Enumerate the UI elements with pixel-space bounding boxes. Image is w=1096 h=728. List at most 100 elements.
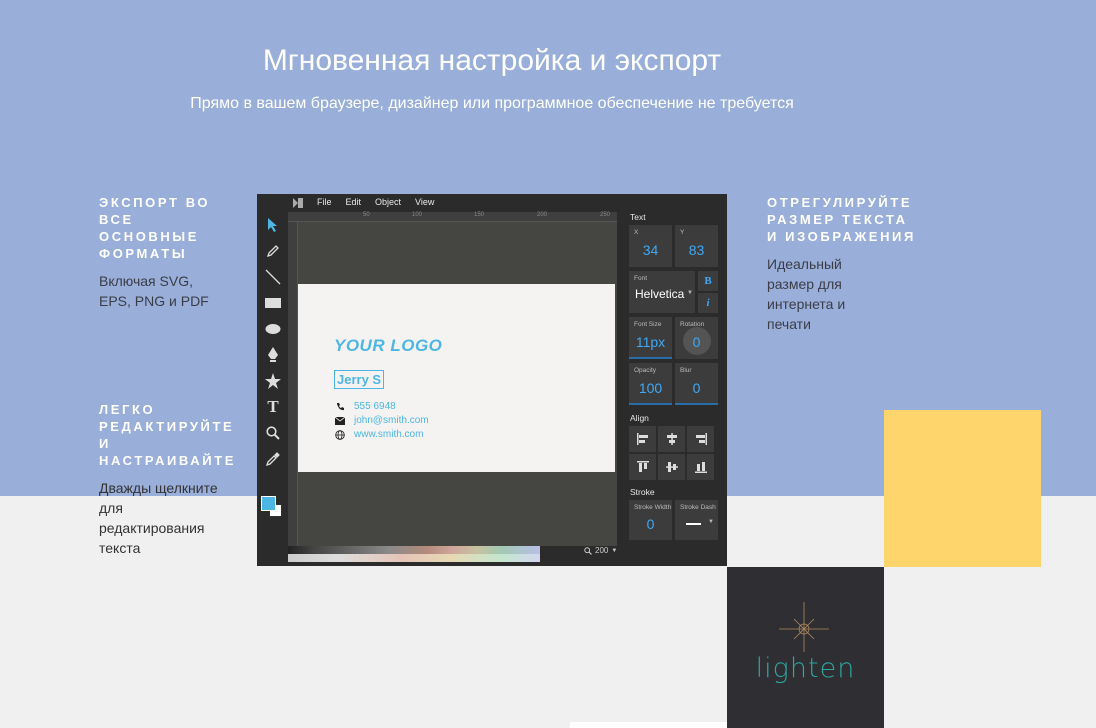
chevron-down-icon: ▼ <box>611 547 618 554</box>
feature-export-title: ЭКСПОРТ ВО ВСЕ ОСНОВНЫЕ ФОРМАТЫ <box>99 195 211 261</box>
align-section-title: Align <box>630 413 649 423</box>
font-select[interactable]: Font Helvetica ▼ <box>629 271 695 313</box>
canvas-area[interactable]: YOUR LOGO Jerry S 555 6948 john@smith.co… <box>298 222 617 546</box>
feature-export: ЭКСПОРТ ВО ВСЕ ОСНОВНЫЕ ФОРМАТЫ Включая … <box>99 194 239 311</box>
menu-view[interactable]: View <box>415 197 434 207</box>
stroke-width-label: Stroke Width <box>634 504 672 511</box>
stroke-dash-label: Stroke Dash <box>680 504 716 511</box>
zoom-tool[interactable] <box>263 423 283 443</box>
rotation-value: 0 <box>692 334 701 350</box>
x-value: 34 <box>642 242 659 258</box>
bold-button[interactable]: B <box>698 271 718 291</box>
color-palette[interactable] <box>288 546 540 562</box>
hero-subtitle: Прямо в вашем браузере, дизайнер или про… <box>190 95 794 112</box>
zoom-control[interactable]: 200 ▼ <box>584 546 617 555</box>
ellipse-tool[interactable] <box>263 319 283 339</box>
align-left-icon <box>636 433 648 445</box>
properties-panel: Text X 34 Y 83 Font Helvetica ▼ B i Font… <box>623 194 727 566</box>
blur-field[interactable]: Blur 0 <box>675 363 718 405</box>
magnifier-icon <box>266 426 280 440</box>
feature-edit-title: ЛЕГКО РЕДАКТИРУЙТЕ И НАСТРАИВАЙТЕ <box>99 402 237 468</box>
card-phone-row[interactable]: 555 6948 <box>335 401 396 412</box>
card-logo[interactable]: YOUR LOGO <box>334 336 442 356</box>
fill-color-swatch[interactable] <box>261 496 276 511</box>
feature-resize-title: ОТРЕГУЛИРУЙТЕ РАЗМЕР ТЕКСТА И ИЗОБРАЖЕНИ… <box>767 195 916 244</box>
blur-value: 0 <box>692 380 701 396</box>
card-email: john@smith.com <box>354 415 429 426</box>
rotation-field[interactable]: Rotation 0 <box>675 317 718 359</box>
hero-title: Мгновенная настройка и экспорт <box>262 44 722 77</box>
zoom-level: 200 <box>595 546 609 555</box>
menu-file[interactable]: File <box>317 197 332 207</box>
pencil-tool[interactable] <box>263 241 283 261</box>
card-website: www.smith.com <box>354 429 424 440</box>
align-left-button[interactable] <box>629 426 656 452</box>
align-center-button[interactable] <box>658 426 685 452</box>
globe-icon <box>335 429 345 440</box>
line-tool[interactable] <box>263 267 283 287</box>
star-icon <box>265 373 281 389</box>
zoom-icon <box>584 546 592 555</box>
card-web-row[interactable]: www.smith.com <box>335 429 423 440</box>
font-label: Font <box>634 275 648 282</box>
ruler-mark: 150 <box>474 212 485 218</box>
align-bottom-button[interactable] <box>687 454 714 480</box>
feature-resize: ОТРЕГУЛИРУЙТЕ РАЗМЕР ТЕКСТА И ИЗОБРАЖЕНИ… <box>767 194 917 334</box>
align-right-button[interactable] <box>687 426 714 452</box>
ruler-mark: 100 <box>412 212 423 218</box>
card-email-row[interactable]: john@smith.com <box>335 415 429 426</box>
stroke-width-field[interactable]: Stroke Width 0 <box>629 500 672 540</box>
text-tool-icon[interactable]: T <box>263 397 283 417</box>
stroke-dash-select[interactable]: Stroke Dash ▼ <box>675 500 718 540</box>
phone-icon <box>336 403 344 411</box>
y-field[interactable]: Y 83 <box>675 225 718 267</box>
font-size-label: Font Size <box>634 321 662 328</box>
align-middle-icon <box>665 462 678 472</box>
y-label: Y <box>680 229 685 236</box>
brand-name: lighten <box>755 653 856 684</box>
align-middle-button[interactable] <box>658 454 685 480</box>
editor-window: File Edit Object View T 50 100 150 200 2… <box>257 194 727 566</box>
menu-edit[interactable]: Edit <box>346 197 362 207</box>
business-card[interactable]: YOUR LOGO Jerry S 555 6948 john@smith.co… <box>298 284 615 472</box>
italic-button[interactable]: i <box>698 293 718 313</box>
align-right-icon <box>695 433 707 445</box>
rectangle-tool[interactable] <box>263 293 283 313</box>
align-center-icon <box>666 433 677 445</box>
x-field[interactable]: X 34 <box>629 225 672 267</box>
x-label: X <box>634 229 639 236</box>
y-value: 83 <box>688 242 705 258</box>
stroke-section-title: Stroke <box>630 487 655 497</box>
eyedropper-tool[interactable] <box>263 449 283 469</box>
app-logo-icon <box>293 198 303 208</box>
feature-edit: ЛЕГКО РЕДАКТИРУЙТЕ И НАСТРАИВАЙТЕ Дважды… <box>99 401 239 558</box>
line-icon <box>265 269 281 285</box>
card-name[interactable]: Jerry S <box>334 370 385 389</box>
card-phone: 555 6948 <box>354 401 396 412</box>
star-tool[interactable] <box>263 371 283 391</box>
pen-tool[interactable] <box>263 345 283 365</box>
compass-star-icon <box>779 602 829 652</box>
ruler-vertical <box>288 222 298 546</box>
feature-resize-text: Идеальный размер для интернета и печати <box>767 256 846 332</box>
align-top-button[interactable] <box>629 454 656 480</box>
envelope-icon <box>335 416 345 425</box>
yellow-tile <box>884 410 1041 567</box>
ruler-mark: 250 <box>600 212 611 218</box>
font-size-field[interactable]: Font Size 11px <box>629 317 672 359</box>
menu-object[interactable]: Object <box>375 197 401 207</box>
ellipse-icon <box>265 324 281 334</box>
select-tool[interactable] <box>263 215 283 235</box>
rectangle-icon <box>265 298 281 308</box>
opacity-field[interactable]: Opacity 100 <box>629 363 672 405</box>
blur-label: Blur <box>680 367 692 374</box>
brand-tile: lighten <box>727 567 884 728</box>
pen-nib-icon <box>268 347 278 362</box>
chevron-down-icon: ▼ <box>687 290 693 296</box>
menu-bar: File Edit Object View <box>257 194 623 212</box>
pencil-icon <box>266 245 279 258</box>
bottom-strip <box>570 722 727 728</box>
ruler-horizontal: 50 100 150 200 250 <box>288 212 617 222</box>
stroke-width-value: 0 <box>646 516 655 532</box>
ruler-mark: 50 <box>363 212 370 218</box>
